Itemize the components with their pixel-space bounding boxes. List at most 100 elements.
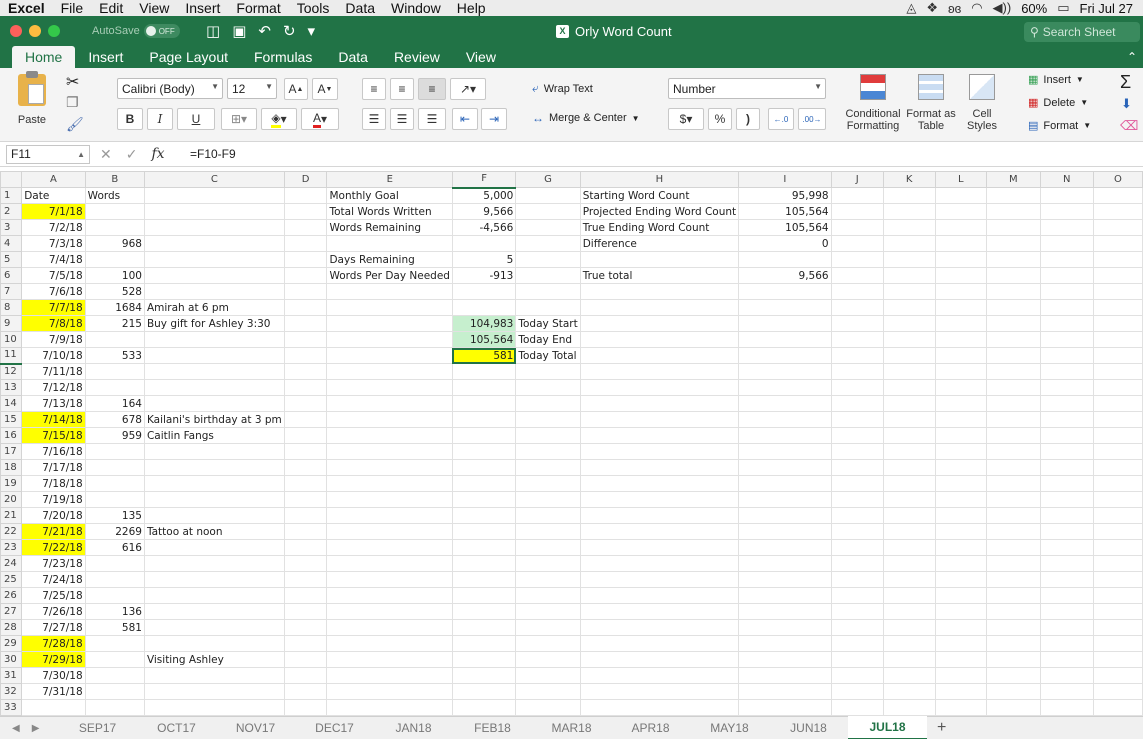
cell-h33[interactable] — [579, 699, 740, 716]
italic-button[interactable]: I — [147, 108, 173, 130]
cell-o28[interactable] — [1092, 619, 1143, 636]
cell-i30[interactable] — [738, 651, 832, 668]
cell-b22[interactable]: 2269 — [84, 523, 145, 540]
currency-button[interactable]: $ ▾ — [668, 108, 704, 130]
cell-e1[interactable]: Monthly Goal — [326, 187, 453, 204]
cell-l7[interactable] — [934, 283, 987, 300]
menu-edit[interactable]: Edit — [91, 0, 131, 16]
formula-input[interactable]: =F10-F9 — [190, 146, 236, 163]
cell-l11[interactable] — [934, 347, 987, 364]
cell-f31[interactable] — [451, 667, 517, 684]
menu-format[interactable]: Format — [228, 0, 288, 16]
cell-f2[interactable]: 9,566 — [451, 203, 517, 220]
cell-m7[interactable] — [985, 283, 1041, 300]
row-header[interactable]: 23 — [0, 539, 23, 556]
cell-g22[interactable] — [515, 523, 581, 540]
cell-o4[interactable] — [1092, 235, 1143, 252]
number-format-select[interactable]: Number ▼ — [668, 78, 826, 99]
cell-b25[interactable] — [84, 571, 145, 588]
cell-m3[interactable] — [985, 219, 1041, 236]
cell-a22[interactable]: 7/21/18 — [21, 523, 86, 540]
cell-c8[interactable]: Amirah at 6 pm — [143, 299, 285, 316]
cell-i10[interactable] — [738, 331, 832, 348]
cell-m17[interactable] — [985, 443, 1041, 460]
decrease-decimal-button[interactable]: .00→ — [798, 108, 826, 130]
cell-d10[interactable] — [283, 331, 328, 348]
cell-n24[interactable] — [1039, 555, 1094, 572]
cell-c11[interactable] — [143, 347, 285, 364]
cell-e3[interactable]: Words Remaining — [326, 219, 453, 236]
cell-f20[interactable] — [451, 491, 517, 508]
cell-g23[interactable] — [515, 539, 581, 556]
cell-l5[interactable] — [934, 251, 987, 268]
cell-j23[interactable] — [830, 539, 884, 556]
cell-f14[interactable] — [451, 395, 517, 412]
cell-f17[interactable] — [451, 443, 517, 460]
cell-i32[interactable] — [738, 683, 832, 700]
cell-j28[interactable] — [830, 619, 884, 636]
cell-n12[interactable] — [1039, 363, 1094, 380]
row-header[interactable]: 15 — [0, 411, 23, 428]
cell-k17[interactable] — [882, 443, 936, 460]
cell-c28[interactable] — [143, 619, 285, 636]
cell-c23[interactable] — [143, 539, 285, 556]
cell-m33[interactable] — [985, 699, 1041, 716]
cell-k3[interactable] — [882, 219, 936, 236]
column-header-b[interactable]: B — [84, 171, 145, 188]
cell-m15[interactable] — [985, 411, 1041, 428]
row-header[interactable]: 14 — [0, 395, 23, 412]
cell-d4[interactable] — [283, 235, 328, 252]
cell-l27[interactable] — [934, 603, 987, 620]
cell-g15[interactable] — [515, 411, 581, 428]
cell-b21[interactable]: 135 — [84, 507, 145, 524]
cell-o5[interactable] — [1092, 251, 1143, 268]
next-sheet-icon[interactable]: ▶ — [32, 723, 40, 734]
cell-h20[interactable] — [579, 491, 740, 508]
cell-k10[interactable] — [882, 331, 936, 348]
column-header-f[interactable]: F — [451, 171, 517, 189]
cell-f7[interactable] — [451, 283, 517, 300]
column-header-k[interactable]: K — [882, 171, 936, 188]
row-header[interactable]: 6 — [0, 267, 23, 284]
cell-c26[interactable] — [143, 587, 285, 604]
redo-icon[interactable]: ↻ — [283, 22, 296, 40]
cell-l20[interactable] — [934, 491, 987, 508]
cell-a19[interactable]: 7/18/18 — [21, 475, 86, 492]
increase-indent-button[interactable]: ⇥ — [481, 108, 507, 130]
search-sheet-input[interactable]: ⚲ Search Sheet — [1024, 22, 1140, 42]
cell-m10[interactable] — [985, 331, 1041, 348]
menu-clock[interactable]: Fri Jul 27 — [1080, 1, 1133, 16]
cell-g10[interactable]: Today End — [515, 331, 581, 348]
cell-a13[interactable]: 7/12/18 — [21, 379, 86, 396]
row-header[interactable]: 30 — [0, 651, 23, 668]
cell-k2[interactable] — [882, 203, 936, 220]
cell-o33[interactable] — [1092, 699, 1143, 716]
cell-g5[interactable] — [515, 251, 581, 268]
cell-c10[interactable] — [143, 331, 285, 348]
cell-e5[interactable]: Days Remaining — [326, 251, 453, 268]
cell-k29[interactable] — [882, 635, 936, 652]
cell-i9[interactable] — [738, 315, 832, 332]
cell-o15[interactable] — [1092, 411, 1143, 428]
borders-button[interactable]: ⊞▾ — [221, 108, 257, 130]
cell-h18[interactable] — [579, 459, 740, 476]
cell-d19[interactable] — [283, 475, 328, 492]
cell-g3[interactable] — [515, 219, 581, 236]
cell-f13[interactable] — [451, 379, 517, 396]
cell-l22[interactable] — [934, 523, 987, 540]
cell-l29[interactable] — [934, 635, 987, 652]
cell-j24[interactable] — [830, 555, 884, 572]
cell-n26[interactable] — [1039, 587, 1094, 604]
cell-k28[interactable] — [882, 619, 936, 636]
cell-c3[interactable] — [143, 219, 285, 236]
cell-b15[interactable]: 678 — [84, 411, 145, 428]
row-header[interactable]: 12 — [0, 363, 23, 380]
cell-a4[interactable]: 7/3/18 — [21, 235, 86, 252]
sheet-tab-may18[interactable]: MAY18 — [690, 717, 769, 739]
autosave-control[interactable]: AutoSave OFF — [92, 24, 180, 38]
cell-k13[interactable] — [882, 379, 936, 396]
cell-a28[interactable]: 7/27/18 — [21, 619, 86, 636]
tab-view[interactable]: View — [453, 46, 509, 68]
percent-button[interactable]: % — [708, 108, 732, 130]
cell-k33[interactable] — [882, 699, 936, 716]
